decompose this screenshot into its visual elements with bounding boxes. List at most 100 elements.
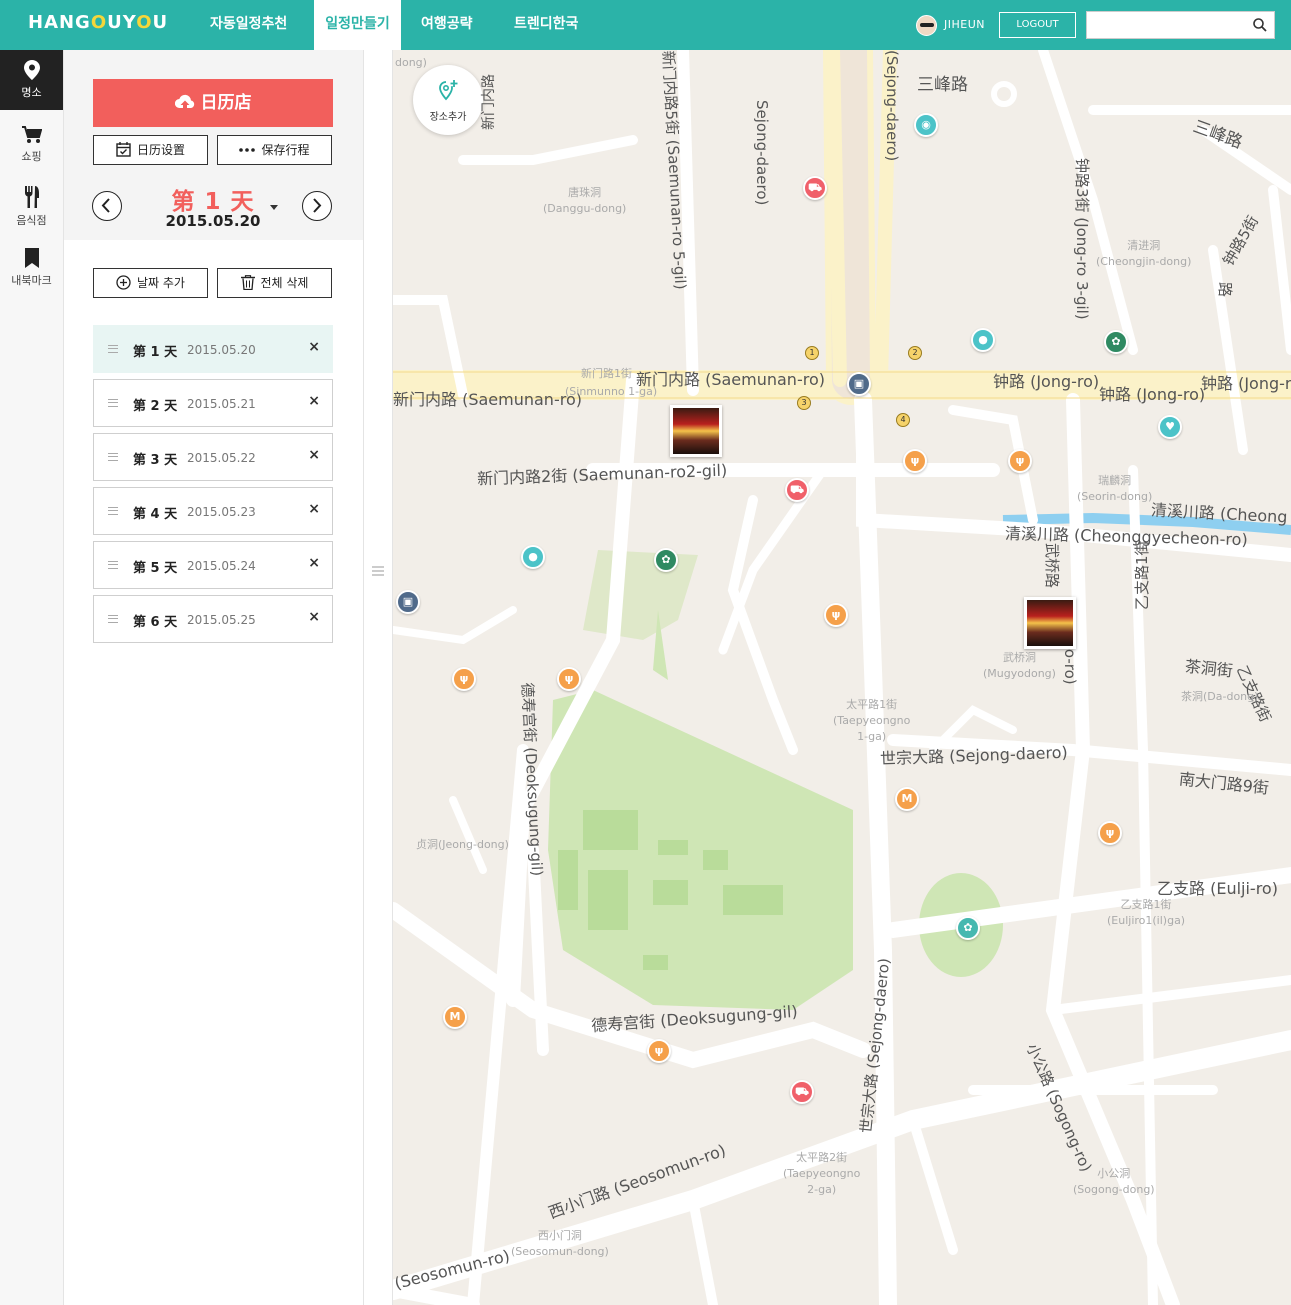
logo-text-o: O	[90, 12, 108, 33]
photo-thumbnail	[1027, 600, 1073, 646]
map-label: 钟路3街 (Jong-ro 3-gil)	[1073, 158, 1091, 320]
bus-stop-icon[interactable]: ▣	[396, 590, 420, 614]
rail-item-attractions[interactable]: 명소	[0, 50, 63, 110]
restaurant-marker-icon[interactable]: ψ	[647, 1039, 671, 1063]
restaurant-marker-icon[interactable]: ψ	[557, 667, 581, 691]
close-icon[interactable]: ×	[308, 555, 320, 571]
restaurant-marker-icon[interactable]: ψ	[903, 449, 927, 473]
bus-stop-icon[interactable]: ▣	[847, 372, 871, 396]
shopping-marker-icon[interactable]: ⛟	[803, 176, 827, 200]
nav-travel-guide[interactable]: 여행공략	[421, 0, 473, 50]
search-icon[interactable]	[1252, 17, 1268, 33]
close-icon[interactable]: ×	[308, 609, 320, 625]
drag-handle-icon[interactable]	[108, 453, 118, 461]
subway-exit-marker[interactable]: 3	[797, 396, 811, 410]
day-list-date: 2015.05.20	[187, 343, 256, 357]
map-label: 茶洞街	[1183, 656, 1234, 681]
nav-trendy-korea[interactable]: 트렌디한국	[514, 0, 578, 50]
day-list-item[interactable]: 第 2 天 2015.05.21 ×	[93, 379, 333, 427]
rail-item-shopping[interactable]: 쇼핑	[0, 116, 63, 176]
calendar-store-button[interactable]: 日历店	[93, 79, 333, 127]
close-icon[interactable]: ×	[308, 339, 320, 355]
trash-icon	[240, 275, 255, 290]
close-icon[interactable]: ×	[308, 447, 320, 463]
calendar-store-label: 日历店	[200, 93, 252, 113]
day-list-item[interactable]: 第 1 天 2015.05.20 ×	[93, 325, 333, 373]
day-list-date: 2015.05.21	[187, 397, 256, 411]
delete-all-label: 전체 삭제	[260, 276, 309, 290]
restaurant-marker-icon[interactable]: ψ	[824, 603, 848, 627]
map-pin-icon	[23, 60, 40, 80]
drag-handle-icon[interactable]	[108, 615, 118, 623]
logo-text-y: Y	[122, 12, 137, 33]
map-view[interactable]: 장소추가 dong) 三峰路 三峰路 Sejong-daero) (Sejong…	[393, 50, 1291, 1305]
attraction-marker-icon[interactable]: ●	[521, 545, 545, 569]
restaurant-marker-icon[interactable]: ψ	[1098, 821, 1122, 845]
map-label: 三峰路	[917, 75, 968, 95]
drag-handle-icon[interactable]	[108, 561, 118, 569]
day-list-item[interactable]: 第 5 天 2015.05.24 ×	[93, 541, 333, 589]
day-list-item[interactable]: 第 4 天 2015.05.23 ×	[93, 487, 333, 535]
subway-exit-marker[interactable]: 1	[805, 346, 819, 360]
park-marker-icon[interactable]: ✿	[956, 916, 980, 940]
close-icon[interactable]: ×	[308, 393, 320, 409]
logo-text-o2: O	[136, 12, 153, 33]
resize-handle-icon[interactable]	[372, 565, 384, 577]
restaurant-marker-icon[interactable]: M	[895, 787, 919, 811]
search-input[interactable]	[1087, 12, 1247, 38]
map-label: Sejong-daero)	[753, 100, 771, 206]
district-label: 小公洞 (Sogong-dong)	[1073, 1167, 1155, 1196]
district-label: 清进洞 (Cheongjin-dong)	[1096, 239, 1192, 268]
restaurant-marker-icon[interactable]: M	[443, 1005, 467, 1029]
drag-handle-icon[interactable]	[108, 345, 118, 353]
day-list-item[interactable]: 第 3 天 2015.05.22 ×	[93, 433, 333, 481]
map-label: 新门内路 (Saemunan-ro)	[393, 390, 582, 409]
subway-exit-marker[interactable]: 2	[908, 346, 922, 360]
district-label: 太平路1街 (Taepyeongno 1-ga)	[833, 698, 911, 743]
day-list-date: 2015.05.23	[187, 505, 256, 519]
attraction-marker-icon[interactable]: ●	[971, 328, 995, 352]
logo[interactable]: HANGOUYOU	[28, 12, 168, 33]
restaurant-marker-icon[interactable]: ψ	[1008, 449, 1032, 473]
day-list-label: 第 5 天	[133, 561, 178, 576]
day-dropdown-caret[interactable]	[270, 205, 278, 210]
nav-make-schedule[interactable]: 일정만들기	[314, 0, 401, 50]
category-rail: 명소 쇼핑 음식점 내북마크	[0, 50, 64, 1305]
shopping-marker-icon[interactable]: ⛟	[790, 1080, 814, 1104]
cafe-marker-icon[interactable]: ✿	[654, 548, 678, 572]
calendar-settings-button[interactable]: 日历设置	[93, 135, 208, 165]
map-label: (Sejong-daero)	[883, 50, 901, 162]
attraction-marker-icon[interactable]: ♥	[1158, 415, 1182, 439]
photo-marker[interactable]	[670, 405, 722, 457]
user-name: JIHEUN	[944, 18, 985, 31]
day-list-label: 第 3 天	[133, 453, 178, 468]
logout-button[interactable]: LOGOUT	[999, 12, 1076, 38]
search-box	[1086, 11, 1275, 39]
panel-splitter[interactable]	[364, 50, 393, 1305]
close-icon[interactable]: ×	[308, 501, 320, 517]
delete-all-button[interactable]: 전체 삭제	[217, 268, 332, 298]
cafe-marker-icon[interactable]: ✿	[1104, 330, 1128, 354]
subway-exit-marker[interactable]: 4	[896, 413, 910, 427]
shopping-marker-icon[interactable]: ⛟	[785, 478, 809, 502]
attraction-marker-icon[interactable]: ◉	[914, 113, 938, 137]
avatar[interactable]	[916, 15, 937, 36]
drag-handle-icon[interactable]	[108, 399, 118, 407]
day-list-label: 第 4 天	[133, 507, 178, 522]
day-list-item[interactable]: 第 6 天 2015.05.25 ×	[93, 595, 333, 643]
map-label: 乙支路1街	[1133, 540, 1151, 610]
nav-auto-schedule[interactable]: 자동일정추천	[210, 0, 287, 50]
save-schedule-label: 保存行程	[261, 143, 310, 157]
drag-handle-icon[interactable]	[108, 507, 118, 515]
prev-day-button[interactable]	[92, 191, 122, 221]
add-date-button[interactable]: 날짜 추가	[93, 268, 208, 298]
rail-item-restaurants[interactable]: 음식점	[0, 176, 63, 236]
rail-item-bookmarks[interactable]: 내북마크	[0, 238, 63, 298]
restaurant-marker-icon[interactable]: ψ	[452, 667, 476, 691]
day-list-label: 第 1 天	[133, 345, 178, 360]
next-day-button[interactable]	[302, 191, 332, 221]
save-schedule-button[interactable]: 保存行程	[217, 135, 332, 165]
add-place-button[interactable]: 장소추가	[413, 65, 483, 135]
photo-marker[interactable]	[1024, 597, 1076, 649]
add-place-label: 장소추가	[429, 112, 467, 123]
